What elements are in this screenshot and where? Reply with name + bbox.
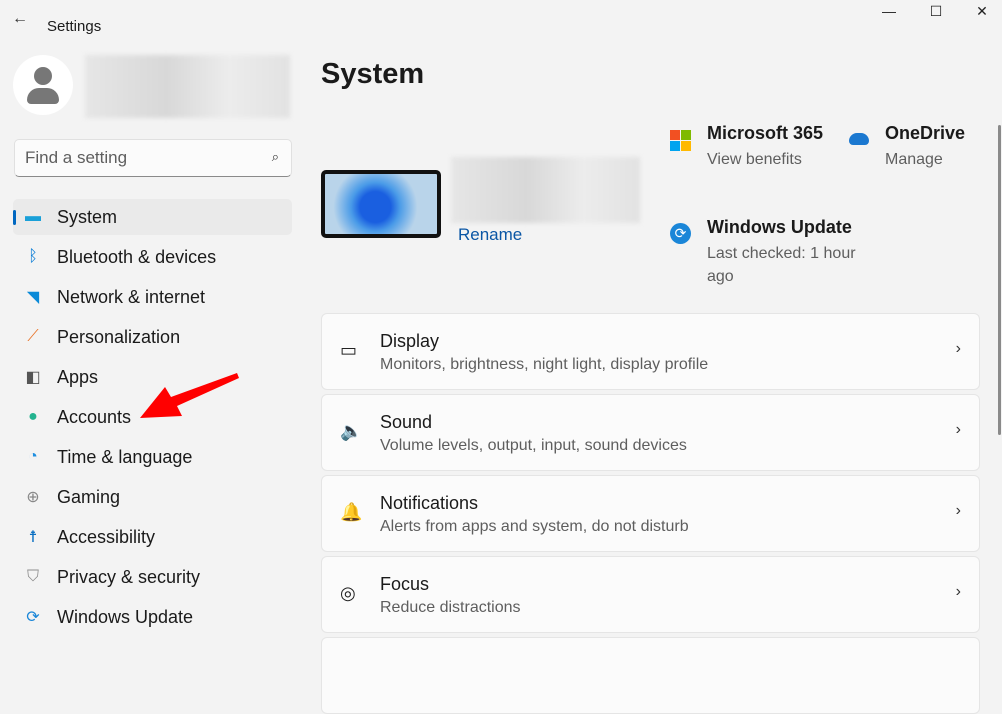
settings-card-focus[interactable]: ◎ Focus Reduce distractions › bbox=[321, 556, 980, 633]
sidebar-item-label: Network & internet bbox=[57, 287, 205, 308]
device-image bbox=[321, 170, 441, 238]
scrollbar[interactable] bbox=[998, 125, 1001, 435]
bluetooth-icon: ᛒ bbox=[22, 246, 44, 268]
selected-indicator bbox=[13, 210, 16, 225]
windows-update-icon: ⟳ bbox=[670, 223, 691, 244]
card-subtitle: Reduce distractions bbox=[380, 599, 521, 617]
microsoft-365-link[interactable]: Microsoft 365 View benefits bbox=[707, 123, 823, 171]
sidebar-item-accessibility[interactable]: ☨ Accessibility bbox=[13, 519, 292, 555]
sidebar-item-label: Bluetooth & devices bbox=[57, 247, 216, 268]
sidebar-item-label: Windows Update bbox=[57, 607, 193, 628]
settings-card-display[interactable]: ▭ Display Monitors, brightness, night ligh… bbox=[321, 313, 980, 390]
settings-card-partial[interactable] bbox=[321, 637, 980, 714]
sidebar-item-label: Accounts bbox=[57, 407, 131, 428]
focus-icon: ◎ bbox=[340, 583, 356, 604]
window-title: Settings bbox=[47, 18, 101, 35]
wifi-icon: ◥ bbox=[22, 286, 44, 308]
sidebar-item-time-language[interactable]: ◔ Time & language bbox=[13, 439, 292, 475]
back-button[interactable]: ← bbox=[12, 10, 28, 28]
sidebar-item-windows-update[interactable]: ⟳ Windows Update bbox=[13, 599, 292, 635]
chevron-right-icon: › bbox=[956, 340, 961, 358]
sidebar-item-label: Apps bbox=[57, 367, 98, 388]
shield-icon: ⛉ bbox=[22, 566, 44, 588]
sidebar-item-privacy-security[interactable]: ⛉ Privacy & security bbox=[13, 559, 292, 595]
chevron-right-icon: › bbox=[956, 583, 961, 601]
apps-icon: ◧ bbox=[22, 366, 44, 388]
maximize-button[interactable]: ☐ bbox=[921, 3, 951, 20]
m365-title: Microsoft 365 bbox=[707, 123, 823, 144]
sidebar-item-label: System bbox=[57, 207, 117, 228]
card-title: Notifications bbox=[380, 493, 478, 514]
sidebar-item-gaming[interactable]: ⊕ Gaming bbox=[13, 479, 292, 515]
sidebar-item-label: Gaming bbox=[57, 487, 120, 508]
update-sub-2: ago bbox=[707, 265, 856, 288]
accessibility-icon: ☨ bbox=[22, 526, 44, 548]
search-placeholder: Find a setting bbox=[25, 148, 127, 167]
sidebar-item-label: Accessibility bbox=[57, 527, 155, 548]
minimize-button[interactable]: — bbox=[874, 3, 904, 19]
update-title: Windows Update bbox=[707, 217, 856, 238]
controller-icon: ⊕ bbox=[22, 486, 44, 508]
sidebar-item-label: Time & language bbox=[57, 447, 192, 468]
page-title: System bbox=[321, 58, 424, 91]
close-button[interactable]: ✕ bbox=[967, 3, 997, 20]
onedrive-title: OneDrive bbox=[885, 123, 965, 144]
search-input[interactable]: Find a setting ⌕ bbox=[14, 139, 292, 177]
sidebar-item-bluetooth-devices[interactable]: ᛒ Bluetooth & devices bbox=[13, 239, 292, 275]
account-name-redacted bbox=[85, 55, 290, 118]
device-name-redacted bbox=[451, 157, 640, 223]
system-icon: ▬ bbox=[22, 206, 44, 228]
card-title: Focus bbox=[380, 574, 429, 595]
update-icon: ⟳ bbox=[22, 606, 44, 628]
m365-sub: View benefits bbox=[707, 148, 823, 171]
settings-card-notifications[interactable]: 🔔 Notifications Alerts from apps and syste… bbox=[321, 475, 980, 552]
avatar[interactable] bbox=[13, 55, 73, 115]
sidebar-item-system[interactable]: ▬ System bbox=[13, 199, 292, 235]
card-title: Display bbox=[380, 331, 439, 352]
sidebar-item-label: Privacy & security bbox=[57, 567, 200, 588]
card-subtitle: Alerts from apps and system, do not dist… bbox=[380, 518, 689, 536]
red-arrow-annotation bbox=[135, 368, 245, 428]
search-icon: ⌕ bbox=[272, 149, 279, 165]
microsoft-365-icon bbox=[670, 130, 691, 151]
rename-link[interactable]: Rename bbox=[458, 225, 522, 245]
chevron-right-icon: › bbox=[956, 502, 961, 520]
sound-icon: 🔈 bbox=[340, 421, 362, 442]
person-icon: ● bbox=[22, 406, 44, 428]
globe-clock-icon: ◔ bbox=[22, 446, 44, 468]
card-title: Sound bbox=[380, 412, 432, 433]
onedrive-icon bbox=[849, 133, 869, 145]
chevron-right-icon: › bbox=[956, 421, 961, 439]
settings-card-sound[interactable]: 🔈 Sound Volume levels, output, input, soun… bbox=[321, 394, 980, 471]
onedrive-sub: Manage bbox=[885, 148, 965, 171]
windows-update-link[interactable]: Windows Update Last checked: 1 hour ago bbox=[707, 217, 856, 288]
sidebar-item-label: Personalization bbox=[57, 327, 180, 348]
update-sub: Last checked: 1 hour bbox=[707, 242, 856, 265]
sidebar-item-network-internet[interactable]: ◥ Network & internet bbox=[13, 279, 292, 315]
card-subtitle: Monitors, brightness, night light, displ… bbox=[380, 356, 708, 374]
brush-icon: ⟋ bbox=[22, 326, 44, 348]
sidebar-item-personalization[interactable]: ⟋ Personalization bbox=[13, 319, 292, 355]
onedrive-link[interactable]: OneDrive Manage bbox=[885, 123, 965, 171]
notifications-icon: 🔔 bbox=[340, 502, 362, 523]
card-subtitle: Volume levels, output, input, sound devi… bbox=[380, 437, 687, 455]
display-icon: ▭ bbox=[340, 340, 357, 361]
